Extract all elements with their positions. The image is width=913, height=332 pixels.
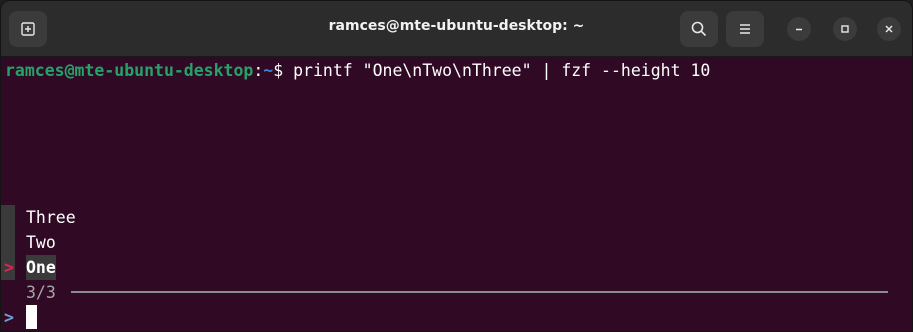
fzf-item-selected[interactable]: One [26,255,56,280]
hamburger-menu-icon [740,24,750,34]
prompt-dollar: $ [273,61,284,80]
command-line: ramces@mte-ubuntu-desktop:~$ printf "One… [5,58,710,83]
window-title: ramces@mte-ubuntu-desktop: ~ [328,18,585,34]
prompt-path: ~ [263,61,274,80]
search-button[interactable] [680,11,718,47]
maximize-icon [841,25,849,33]
minimize-button[interactable] [787,17,811,41]
close-icon [885,25,893,33]
fzf-pointer: > [4,258,14,277]
maximize-button[interactable] [833,17,857,41]
menu-button[interactable] [726,11,764,47]
prompt-colon: : [253,61,264,80]
command-text: printf "One\nTwo\nThree" | fzf --height … [283,61,711,80]
search-icon [691,21,707,37]
fzf-gutter [1,205,15,230]
fzf-item[interactable]: Two [26,230,56,255]
fzf-gutter [1,230,15,255]
text-cursor[interactable] [26,305,37,329]
minimize-icon [796,28,802,31]
close-button[interactable] [877,17,901,41]
fzf-match-count: 3/3 [26,283,56,302]
prompt-user: ramces@mte-ubuntu-desktop [5,61,254,80]
fzf-separator [71,291,888,293]
titlebar: ramces@mte-ubuntu-desktop: ~ [1,1,912,57]
terminal-area[interactable]: ramces@mte-ubuntu-desktop:~$ printf "One… [1,58,912,331]
fzf-item[interactable]: Three [26,205,76,230]
terminal-window: ramces@mte-ubuntu-desktop: ~ ramces@mte-… [0,0,913,332]
fzf-query-prompt: > [4,308,14,327]
